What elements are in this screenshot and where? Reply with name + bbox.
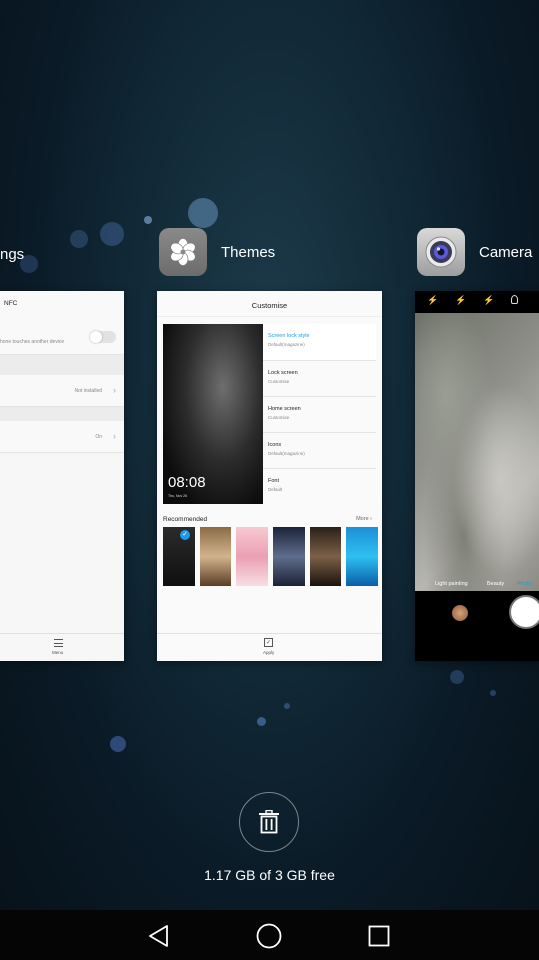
theme-thumbnail[interactable] <box>199 527 232 586</box>
camera-app-title: Camera <box>479 243 533 261</box>
theme-thumbnail[interactable] <box>236 527 269 586</box>
bokeh-light <box>144 216 152 224</box>
recents-button[interactable] <box>363 920 395 952</box>
settings-app-title: ngs <box>0 246 25 263</box>
settings-card-header[interactable]: ngs <box>0 246 24 263</box>
customise-title: Customise <box>251 301 288 310</box>
chevron-right-icon: › <box>370 516 372 522</box>
back-button[interactable] <box>143 920 175 952</box>
nfc-toggle[interactable] <box>90 331 116 343</box>
option-title: Lock screen <box>268 370 298 376</box>
themes-app-title: Themes <box>221 243 276 261</box>
option-sub: Customise <box>268 379 290 384</box>
preview-date: Thu, Nov 26 <box>168 494 188 498</box>
bokeh-light <box>284 703 290 709</box>
settings-row-3-value: On <box>95 434 102 440</box>
option-font[interactable]: Font Default <box>263 469 376 505</box>
option-title: Screen lock style <box>268 333 310 339</box>
more-link[interactable]: More › <box>356 516 372 522</box>
settings-row-2-value: Not installed <box>74 388 102 394</box>
settings-row-3[interactable]: On › <box>0 421 124 453</box>
camera-card-header[interactable]: Camera <box>417 228 532 276</box>
trash-icon <box>259 810 279 834</box>
bokeh-light <box>70 230 88 248</box>
flash-on-icon[interactable]: ⚡ <box>483 295 494 306</box>
chevron-right-icon: › <box>113 431 116 441</box>
more-label: More <box>356 516 369 522</box>
settings-row-2[interactable]: Not installed › <box>0 375 124 407</box>
settings-card[interactable]: NFC hone touches another device Not inst… <box>0 291 124 661</box>
recommended-thumbnails: ✓ <box>163 527 379 587</box>
theme-thumbnail[interactable] <box>273 527 305 586</box>
memory-status: 1.17 GB of 3 GB free <box>204 867 335 883</box>
camera-top-controls: ⚡ ⚡ ⚡ <box>415 291 539 313</box>
settings-gap <box>0 407 124 421</box>
mode-photo[interactable]: Photo <box>517 581 531 587</box>
option-home-screen[interactable]: Home screen Customise <box>263 397 376 433</box>
bokeh-light <box>100 222 124 246</box>
themes-card-header[interactable]: Themes <box>159 228 275 276</box>
chevron-right-icon: › <box>113 385 116 395</box>
mode-beauty[interactable]: Beauty <box>487 581 504 587</box>
option-screen-lock-style[interactable]: Screen lock style Default(magazine) <box>263 324 376 361</box>
shutter-button[interactable] <box>509 595 539 629</box>
option-sub: Default <box>268 487 283 492</box>
lockscreen-preview[interactable]: 08:08 Thu, Nov 26 <box>163 324 263 504</box>
camera-viewfinder[interactable] <box>415 313 539 591</box>
preview-time: 08:08 <box>168 474 206 491</box>
themes-header: Customise <box>157 291 382 317</box>
camera-card[interactable]: ⚡ ⚡ ⚡ Light painting Beauty Photo <box>415 291 539 661</box>
settings-bottom-bar: Menu <box>0 633 124 661</box>
theme-thumbnail[interactable]: ✓ <box>163 527 195 586</box>
recommended-label: Recommended <box>163 516 208 523</box>
home-icon <box>256 923 282 949</box>
themes-icon <box>159 228 207 276</box>
check-icon: ✓ <box>180 530 190 540</box>
nfc-desc: hone touches another device <box>0 339 65 345</box>
bokeh-light <box>450 670 464 684</box>
themes-card[interactable]: Customise 08:08 Thu, Nov 26 Screen lock … <box>157 291 382 661</box>
menu-label: Menu <box>52 650 64 655</box>
recents-icon <box>368 925 390 947</box>
apply-check-icon[interactable]: ✓ <box>264 638 273 647</box>
menu-icon[interactable] <box>54 639 63 647</box>
clear-all-button[interactable] <box>239 792 299 852</box>
camera-modes: Light painting Beauty Photo <box>415 581 539 593</box>
option-title: Icons <box>268 442 282 448</box>
mode-light-painting[interactable]: Light painting <box>435 581 468 587</box>
bokeh-light <box>490 690 496 696</box>
bokeh-light <box>257 717 266 726</box>
option-sub: Default(magazine) <box>268 451 305 456</box>
option-title: Home screen <box>268 406 301 412</box>
option-sub: Customise <box>268 415 290 420</box>
flash-auto-icon[interactable]: ⚡ <box>455 295 466 306</box>
navigation-bar <box>0 910 539 960</box>
torch-icon[interactable] <box>511 295 518 304</box>
settings-gap <box>0 355 124 375</box>
back-icon <box>149 925 168 947</box>
option-title: Font <box>268 478 280 484</box>
option-sub: Default(magazine) <box>268 342 305 347</box>
themes-bottom-bar: ✓ Apply <box>157 633 382 661</box>
option-lock-screen[interactable]: Lock screen Customise <box>263 361 376 397</box>
nfc-row: NFC hone touches another device <box>0 291 124 355</box>
home-button[interactable] <box>253 920 285 952</box>
option-icons[interactable]: Icons Default(magazine) <box>263 433 376 469</box>
nfc-label: NFC <box>4 300 18 307</box>
theme-thumbnail[interactable] <box>346 527 379 586</box>
bokeh-light <box>110 736 126 752</box>
gallery-thumbnail[interactable] <box>452 605 468 621</box>
themes-options-list: Screen lock style Default(magazine) Lock… <box>263 324 376 505</box>
theme-thumbnail[interactable] <box>309 527 342 586</box>
flash-off-icon[interactable]: ⚡ <box>427 295 438 306</box>
bokeh-light <box>188 198 218 228</box>
apply-label: Apply <box>263 650 275 655</box>
camera-icon <box>417 228 465 276</box>
